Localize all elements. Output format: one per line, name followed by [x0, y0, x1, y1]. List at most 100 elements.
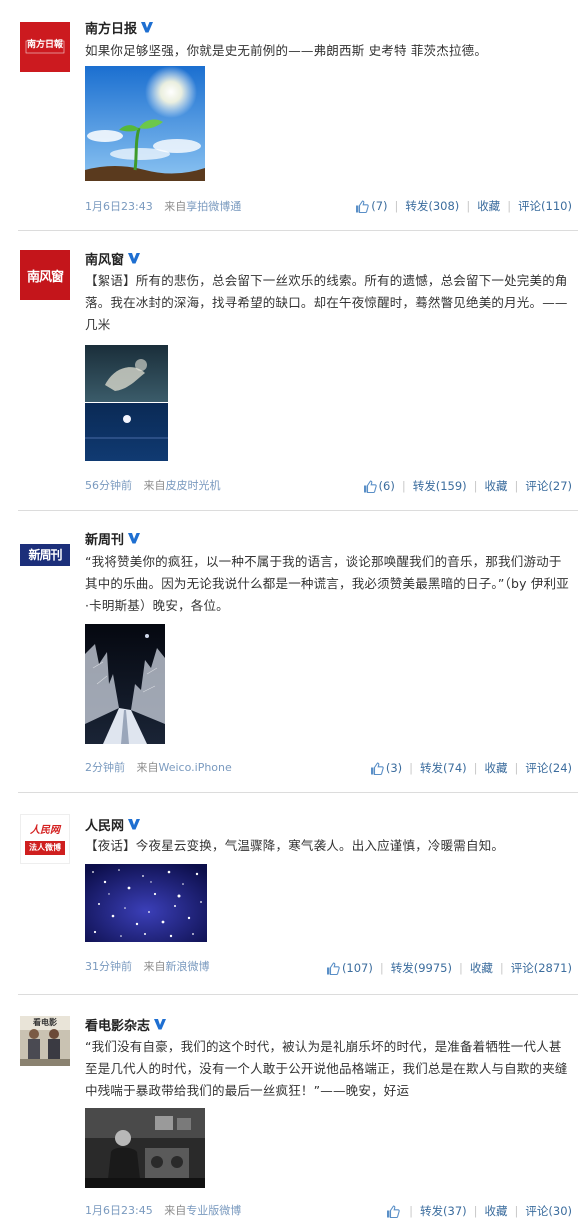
- author-name[interactable]: 新周刊: [85, 529, 124, 548]
- verified-icon: [127, 817, 141, 831]
- verified-icon: [127, 251, 141, 265]
- post-time[interactable]: 31分钟前: [85, 960, 132, 973]
- bw-film-image: [85, 1108, 205, 1188]
- like-count[interactable]: (107): [342, 961, 373, 975]
- avatar[interactable]: 南方日報: [20, 22, 70, 72]
- post-meta: 56分钟前 来自皮皮时光机: [85, 477, 221, 493]
- comment-button[interactable]: 评论(30): [525, 1203, 572, 1219]
- thumbs-up-icon[interactable]: [363, 480, 377, 493]
- post-text: “我们没有自豪，我们的这个时代，被认为是礼崩乐坏的时代，是准备着牺牲一代人甚至是…: [85, 1039, 568, 1098]
- post-actions: (7) | 转发(308) | 收藏 | 评论(110): [355, 198, 572, 214]
- post-source[interactable]: Weico.iPhone: [159, 761, 232, 774]
- author-row: 看电影杂志: [85, 1014, 167, 1034]
- post-meta: 31分钟前 来自新浪微博: [85, 958, 210, 974]
- avatar[interactable]: 南风窗: [20, 250, 70, 300]
- author-row: 人民网: [85, 814, 141, 834]
- post-image[interactable]: [85, 864, 207, 942]
- post-time[interactable]: 56分钟前: [85, 479, 132, 492]
- post-card: 南风窗 南风窗 【絮语】所有的悲伤，总会留下一丝欢乐的线索。所有的遗憾，总会留下…: [0, 232, 580, 512]
- source-prefix: 来自: [136, 761, 159, 774]
- source-prefix: 来自: [143, 479, 166, 492]
- post-time[interactable]: 1月6日23:43: [85, 200, 153, 213]
- verified-icon: [127, 531, 141, 545]
- verified-icon: [140, 20, 154, 34]
- post-time[interactable]: 2分钟前: [85, 761, 125, 774]
- sprout-sky-image: [85, 66, 205, 181]
- post-card: 南方日報 南方日报 如果你足够坚强，你就是史无前例的——弗朗西斯 史考特 菲茨杰…: [0, 0, 580, 232]
- author-row: 新周刊: [85, 528, 141, 548]
- post-source[interactable]: 专业版微博: [186, 1204, 241, 1217]
- post-actions: (107) | 转发(9975) | 收藏 | 评论(2871): [326, 960, 572, 976]
- thumbs-up-icon[interactable]: [370, 762, 384, 775]
- separator: |: [473, 1204, 478, 1218]
- weibo-feed: 南方日報 南方日报 如果你足够坚强，你就是史无前例的——弗朗西斯 史考特 菲茨杰…: [0, 0, 586, 1231]
- forward-button[interactable]: 转发(159): [413, 478, 467, 494]
- forward-button[interactable]: 转发(9975): [391, 960, 452, 976]
- post-image[interactable]: [85, 1108, 205, 1188]
- thumbs-up-icon[interactable]: [326, 962, 340, 975]
- forward-button[interactable]: 转发(37): [420, 1203, 467, 1219]
- post-meta: 2分钟前 来自Weico.iPhone: [85, 759, 232, 775]
- like-count[interactable]: (3): [386, 761, 402, 775]
- verified-icon: [153, 1017, 167, 1031]
- moon-sea-image: [85, 345, 168, 461]
- thumbs-up-icon[interactable]: [355, 200, 369, 213]
- separator: |: [394, 199, 399, 213]
- favorite-button[interactable]: 收藏: [485, 478, 508, 494]
- favorite-button[interactable]: 收藏: [477, 198, 500, 214]
- avatar[interactable]: 新周刊: [20, 530, 70, 580]
- snow-road-image: [85, 624, 165, 744]
- post-image[interactable]: [85, 624, 165, 744]
- divider: [18, 510, 578, 511]
- divider: [18, 994, 578, 995]
- forward-button[interactable]: 转发(74): [420, 760, 467, 776]
- post-source[interactable]: 享拍微博通: [186, 200, 241, 213]
- comment-button[interactable]: 评论(24): [525, 760, 572, 776]
- comment-button[interactable]: 评论(2871): [511, 960, 572, 976]
- author-row: 南方日报: [85, 17, 154, 37]
- source-prefix: 来自: [164, 200, 187, 213]
- author-name[interactable]: 人民网: [85, 815, 124, 834]
- source-prefix: 来自: [164, 1204, 187, 1217]
- source-prefix: 来自: [143, 960, 166, 973]
- post-actions: | 转发(37) | 收藏 | 评论(30): [386, 1203, 572, 1219]
- divider: [18, 230, 578, 231]
- like-count[interactable]: (7): [371, 199, 387, 213]
- post-actions: (6) | 转发(159) | 收藏 | 评论(27): [363, 478, 572, 494]
- forward-button[interactable]: 转发(308): [405, 198, 459, 214]
- post-time[interactable]: 1月6日23:45: [85, 1204, 153, 1217]
- like-count[interactable]: (6): [379, 479, 395, 493]
- separator: |: [514, 479, 519, 493]
- post-card: 新周刊 新周刊 “我将赞美你的疯狂，以一种不属于我的语言，谈论那唤醒我们的音乐，…: [0, 512, 580, 794]
- separator: |: [507, 199, 512, 213]
- post-source[interactable]: 新浪微博: [166, 960, 210, 973]
- post-text: 如果你足够坚强，你就是史无前例的——弗朗西斯 史考特 菲茨杰拉德。: [85, 43, 488, 58]
- post-image[interactable]: [85, 345, 168, 461]
- avatar-text: 南风窗: [26, 270, 64, 285]
- post-actions: (3) | 转发(74) | 收藏 | 评论(24): [370, 760, 572, 776]
- comment-button[interactable]: 评论(27): [525, 478, 572, 494]
- thumbs-up-icon[interactable]: [386, 1205, 400, 1218]
- favorite-button[interactable]: 收藏: [485, 1203, 508, 1219]
- post-card: 人民网 法人微博 人民网 【夜话】今夜星云变换，气温骤降，寒气袭人。出入应谨慎，…: [0, 794, 580, 996]
- divider: [18, 792, 578, 793]
- post-meta: 1月6日23:43 来自享拍微博通: [85, 198, 241, 214]
- avatar-text-top: 人民网: [30, 825, 60, 836]
- avatar-text: 南方日報: [26, 40, 63, 50]
- post-card: 看电影 看电影杂志 “我们没有自豪，我们的这个时代，被认为是礼崩乐坏的时代，是准…: [0, 996, 580, 1231]
- separator: |: [514, 1204, 519, 1218]
- post-source[interactable]: 皮皮时光机: [166, 479, 221, 492]
- author-name[interactable]: 看电影杂志: [85, 1015, 150, 1034]
- separator: |: [401, 479, 406, 493]
- avatar[interactable]: 人民网 法人微博: [20, 814, 70, 864]
- comment-button[interactable]: 评论(110): [518, 198, 572, 214]
- favorite-button[interactable]: 收藏: [485, 760, 508, 776]
- starfield-image: [85, 864, 207, 942]
- author-name[interactable]: 南方日报: [85, 18, 137, 37]
- post-image[interactable]: [85, 66, 205, 181]
- favorite-button[interactable]: 收藏: [470, 960, 493, 976]
- author-name[interactable]: 南风窗: [85, 249, 124, 268]
- avatar-text: 新周刊: [28, 548, 62, 562]
- avatar[interactable]: 看电影: [20, 1016, 70, 1066]
- separator: |: [459, 961, 463, 975]
